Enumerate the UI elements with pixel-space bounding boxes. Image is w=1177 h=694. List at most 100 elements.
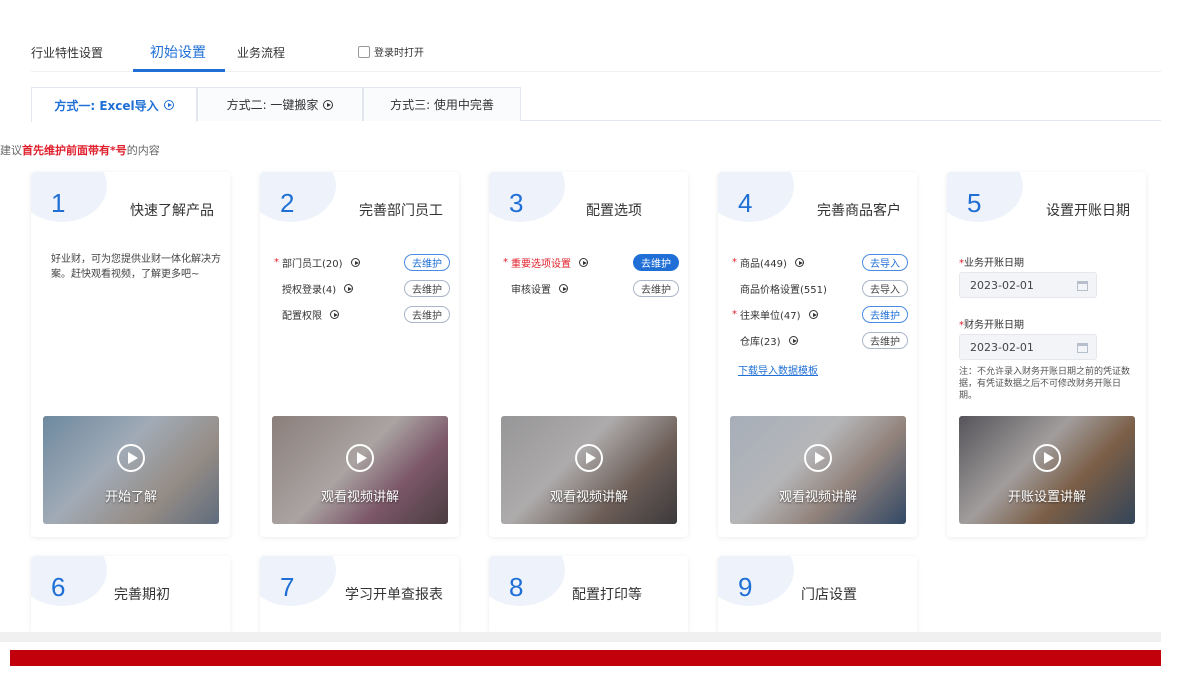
step-number: 2 xyxy=(280,188,295,218)
step-card-8: 8 配置打印等 xyxy=(489,556,688,636)
play-icon[interactable] xyxy=(330,309,340,319)
biz-open-date-input[interactable]: 2023-02-01 xyxy=(959,272,1097,298)
task-label: 仓库(23) xyxy=(740,333,862,348)
step-bubble xyxy=(260,172,336,222)
play-icon[interactable] xyxy=(163,100,174,110)
maintain-button[interactable]: 去维护 xyxy=(404,305,450,323)
video-thumbnail[interactable]: 观看视频讲解 xyxy=(501,416,677,524)
play-icon[interactable] xyxy=(808,309,818,319)
tab-method-in-use[interactable]: 方式三: 使用中完善 xyxy=(363,87,521,121)
tab-method-excel[interactable]: 方式一: Excel导入 xyxy=(31,87,197,122)
required-star: * xyxy=(732,308,737,320)
step-bubble xyxy=(260,556,336,606)
task-label: 配置权限 xyxy=(282,307,404,322)
step-bubble xyxy=(718,556,794,606)
task-label: 商品(449) xyxy=(740,255,862,270)
step-title: 设置开账日期 xyxy=(1046,203,1130,219)
task-label-text: 商品(449) xyxy=(740,258,787,270)
maintain-button[interactable]: 去维护 xyxy=(633,279,679,297)
step-title: 完善期初 xyxy=(114,587,170,603)
step-number: 1 xyxy=(51,188,66,218)
hint-highlight: 首先维护前面带有*号 xyxy=(22,144,127,157)
tab-method-migrate[interactable]: 方式二: 一键搬家 xyxy=(197,87,363,121)
task-row: * 往来单位(47) 去维护 xyxy=(732,304,908,324)
play-icon[interactable] xyxy=(344,283,354,293)
step-bubble xyxy=(947,172,1023,222)
task-row: * 重要选项设置 去维护 xyxy=(503,252,679,272)
video-caption: 开始了解 xyxy=(104,490,157,505)
task-row: 仓库(23) 去维护 xyxy=(732,330,908,350)
maintain-button[interactable]: 去维护 xyxy=(404,253,450,271)
fin-open-date-input[interactable]: 2023-02-01 xyxy=(959,334,1097,360)
step-card-9: 9 门店设置 xyxy=(718,556,917,636)
task-row: 授权登录(4) 去维护 xyxy=(274,278,450,298)
biz-open-date-label: *业务开账日期 xyxy=(959,258,1024,269)
step-title: 快速了解产品 xyxy=(130,203,214,219)
video-thumbnail[interactable]: 观看视频讲解 xyxy=(730,416,906,524)
calendar-icon[interactable] xyxy=(1077,343,1088,353)
import-button[interactable]: 去导入 xyxy=(862,279,908,297)
maintain-button[interactable]: 去维护 xyxy=(862,331,908,349)
step-card-2: 2 完善部门员工 * 部门员工(20) 去维护 授权登录(4) 去维护 配置权限… xyxy=(260,172,459,537)
step-description: 好业财，可为您提供业财一体化解决方案。赶快观看视频，了解更多吧~ xyxy=(51,254,221,280)
step-card-1: 1 快速了解产品 好业财，可为您提供业财一体化解决方案。赶快观看视频，了解更多吧… xyxy=(31,172,230,537)
import-button[interactable]: 去导入 xyxy=(862,253,908,271)
step-card-7: 7 学习开单查报表 xyxy=(260,556,459,636)
play-icon[interactable] xyxy=(804,444,832,472)
video-thumbnail[interactable]: 开始了解 xyxy=(43,416,219,524)
step-bubble xyxy=(718,172,794,222)
play-icon[interactable] xyxy=(559,283,569,293)
maintain-button[interactable]: 去维护 xyxy=(633,253,679,271)
task-label-text: 审核设置 xyxy=(511,284,551,296)
task-label-text: 商品价格设置(551) xyxy=(740,284,827,296)
play-icon[interactable] xyxy=(346,444,374,472)
video-thumbnail[interactable]: 观看视频讲解 xyxy=(272,416,448,524)
login-open-checkbox[interactable] xyxy=(358,45,370,58)
task-row: 商品价格设置(551) 去导入 xyxy=(732,278,908,298)
play-icon[interactable] xyxy=(323,99,334,110)
required-star: * xyxy=(503,256,508,268)
tab-industry-settings[interactable]: 行业特性设置 xyxy=(31,44,103,61)
play-icon[interactable] xyxy=(575,444,603,472)
method-tab-bar: 方式一: Excel导入 方式二: 一键搬家 方式三: 使用中完善 xyxy=(31,87,1161,122)
task-label: 审核设置 xyxy=(511,281,633,296)
task-label: 部门员工(20) xyxy=(282,255,404,270)
step-title: 门店设置 xyxy=(801,587,857,603)
tab-method-in-use-label: 方式三: 使用中完善 xyxy=(390,98,494,112)
play-icon[interactable] xyxy=(788,335,798,345)
calendar-icon[interactable] xyxy=(1077,281,1088,291)
step-number: 5 xyxy=(967,188,982,218)
fin-open-date-label-text: 财务开账日期 xyxy=(964,320,1024,331)
tab-initial-settings[interactable]: 初始设置 xyxy=(150,42,206,62)
play-icon[interactable] xyxy=(795,257,805,267)
task-row: 配置权限 去维护 xyxy=(274,304,450,324)
step-title: 配置选项 xyxy=(586,203,642,219)
step-card-3: 3 配置选项 * 重要选项设置 去维护 审核设置 去维护 观看视频讲解 xyxy=(489,172,688,537)
login-open-label: 登录时打开 xyxy=(374,48,424,59)
fin-open-date-label: *财务开账日期 xyxy=(959,320,1024,331)
video-caption: 开账设置讲解 xyxy=(1007,490,1086,505)
maintain-button[interactable]: 去维护 xyxy=(404,279,450,297)
maintain-button[interactable]: 去维护 xyxy=(862,305,908,323)
play-icon[interactable] xyxy=(1033,444,1061,472)
play-icon[interactable] xyxy=(117,444,145,472)
step-bubble xyxy=(489,556,565,606)
login-open-toggle[interactable]: 登录时打开 xyxy=(358,44,424,59)
task-row: * 部门员工(20) 去维护 xyxy=(274,252,450,272)
play-icon[interactable] xyxy=(579,257,589,267)
step-card-5: 5 设置开账日期 *业务开账日期 2023-02-01 *财务开账日期 2023… xyxy=(947,172,1146,537)
play-icon[interactable] xyxy=(350,257,360,267)
task-label-text: 部门员工(20) xyxy=(282,258,343,270)
video-thumbnail[interactable]: 开账设置讲解 xyxy=(959,416,1135,524)
biz-open-date-label-text: 业务开账日期 xyxy=(964,258,1024,269)
tab-business-flow[interactable]: 业务流程 xyxy=(237,44,285,61)
video-caption: 观看视频讲解 xyxy=(549,490,628,505)
task-label-text: 仓库(23) xyxy=(740,336,781,348)
step-number: 7 xyxy=(280,572,295,602)
step-title: 学习开单查报表 xyxy=(345,587,443,603)
download-template-link[interactable]: 下载导入数据模板 xyxy=(738,362,818,377)
task-label-text: 授权登录(4) xyxy=(282,284,337,296)
hint-suffix: 的内容 xyxy=(126,144,160,157)
bottom-divider xyxy=(0,632,1161,642)
fin-open-date-value: 2023-02-01 xyxy=(970,340,1034,354)
